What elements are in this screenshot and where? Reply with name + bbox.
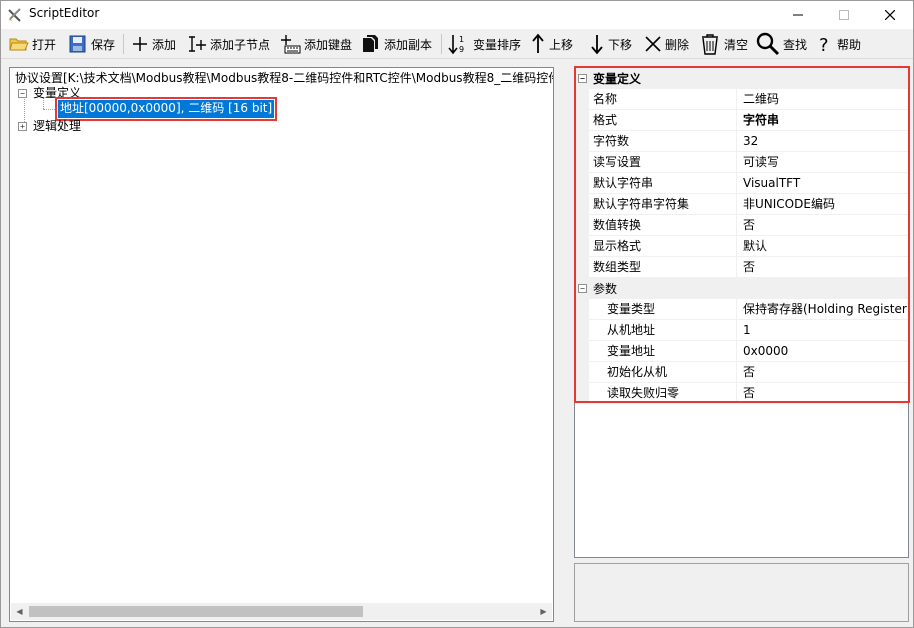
add-keyboard-button[interactable]: 添加键盘 (279, 31, 352, 57)
keyboard-add-icon (281, 35, 301, 54)
add-child-button[interactable]: 添加子节点 (187, 31, 270, 57)
svg-text:?: ? (819, 35, 829, 55)
category-params[interactable]: − 参数 (575, 278, 908, 299)
title-bar: ScriptEditor (1, 1, 913, 29)
scroll-left-icon[interactable]: ◀ (11, 603, 28, 620)
close-button[interactable] (867, 1, 913, 29)
prop-row-format[interactable]: 格式 字符串 (575, 110, 908, 131)
prop-row-rw[interactable]: 读写设置 可读写 (575, 152, 908, 173)
prop-row-name[interactable]: 名称 二维码 (575, 89, 908, 110)
tree-node-logic[interactable]: + 逻辑处理 (18, 118, 81, 134)
help-question-icon: ? (819, 35, 829, 55)
scroll-thumb[interactable] (29, 606, 363, 617)
add-child-icon (189, 36, 206, 52)
property-grid[interactable]: − 变量定义 名称 二维码 格式 字符串 字符数 32 读写设置 可读写 默认字… (574, 67, 909, 558)
help-button[interactable]: ? 帮助 (816, 31, 861, 57)
arrow-down-icon (591, 35, 603, 55)
prop-row-var-address[interactable]: 变量地址 0x0000 (575, 341, 908, 362)
horizontal-scrollbar[interactable]: ◀ ▶ (11, 603, 552, 620)
find-button[interactable]: 查找 (756, 31, 807, 57)
tree-view[interactable]: 协议设置[K:\技术文档\Modbus教程\Modbus教程8-二维码控件和RT… (9, 67, 554, 622)
move-up-button[interactable]: 上移 (530, 31, 573, 57)
move-down-button[interactable]: 下移 (589, 31, 632, 57)
scroll-right-icon[interactable]: ▶ (535, 603, 552, 620)
collapse-icon[interactable]: − (578, 74, 587, 83)
prop-row-default-string[interactable]: 默认字符串 VisualTFT (575, 173, 908, 194)
sort-icon: 1 9 (448, 35, 464, 55)
prop-row-array-type[interactable]: 数组类型 否 (575, 257, 908, 278)
prop-row-char-count[interactable]: 字符数 32 (575, 131, 908, 152)
close-icon (885, 10, 895, 20)
plus-icon (133, 37, 147, 51)
clear-button[interactable]: 清空 (699, 31, 748, 57)
search-icon (756, 32, 780, 56)
script-editor-window: ScriptEditor 打开 保存 添加 添加子节点 添加键盘 添加副本 1 … (0, 0, 914, 628)
save-button[interactable]: 保存 (68, 31, 115, 57)
arrow-up-icon (532, 33, 544, 53)
copy-icon (363, 35, 378, 52)
add-copy-button[interactable]: 添加副本 (361, 31, 432, 57)
var-sort-button[interactable]: 1 9 变量排序 (448, 31, 521, 57)
tree-root-node[interactable]: 协议设置[K:\技术文档\Modbus教程\Modbus教程8-二维码控件和RT… (15, 70, 553, 86)
tree-node-selected-address[interactable]: 地址[00000,0x0000], 二维码 [16 bit] (54, 97, 278, 121)
prop-row-var-type[interactable]: 变量类型 保持寄存器(Holding Register) (575, 299, 908, 320)
expand-icon[interactable]: + (18, 121, 27, 131)
category-var-def[interactable]: − 变量定义 (575, 68, 908, 89)
prop-row-value-convert[interactable]: 数值转换 否 (575, 215, 908, 236)
prop-row-init-slave[interactable]: 初始化从机 否 (575, 362, 908, 383)
minimize-icon (793, 14, 803, 16)
delete-button[interactable]: 删除 (644, 31, 689, 57)
maximize-icon (839, 10, 849, 20)
tree-connector (43, 109, 57, 110)
prop-row-slave-address[interactable]: 从机地址 1 (575, 320, 908, 341)
maximize-button[interactable] (821, 1, 867, 29)
minimize-button[interactable] (775, 1, 821, 29)
toolbar-separator (441, 34, 442, 54)
window-title: ScriptEditor (29, 6, 100, 20)
prop-row-charset[interactable]: 默认字符串字符集 非UNICODE编码 (575, 194, 908, 215)
add-button[interactable]: 添加 (131, 31, 176, 57)
collapse-icon[interactable]: − (18, 88, 27, 98)
prop-row-fail-zero[interactable]: 读取失败归零 否 (575, 383, 908, 404)
description-panel (574, 563, 909, 622)
delete-x-icon (645, 36, 661, 52)
toolbar: 打开 保存 添加 添加子节点 添加键盘 添加副本 1 9 变量排序 上移 下移 … (1, 29, 913, 59)
open-button[interactable]: 打开 (9, 31, 56, 57)
prop-row-display-format[interactable]: 显示格式 默认 (575, 236, 908, 257)
tree-node-var-def[interactable]: − 变量定义 (18, 85, 81, 101)
trash-icon (702, 34, 718, 55)
toolbar-separator (123, 34, 124, 54)
collapse-icon[interactable]: − (578, 284, 587, 293)
folder-open-icon (9, 38, 29, 51)
save-icon (69, 35, 86, 53)
svg-text:1: 1 (459, 35, 464, 44)
app-icon (8, 8, 21, 22)
svg-text:9: 9 (459, 45, 464, 54)
